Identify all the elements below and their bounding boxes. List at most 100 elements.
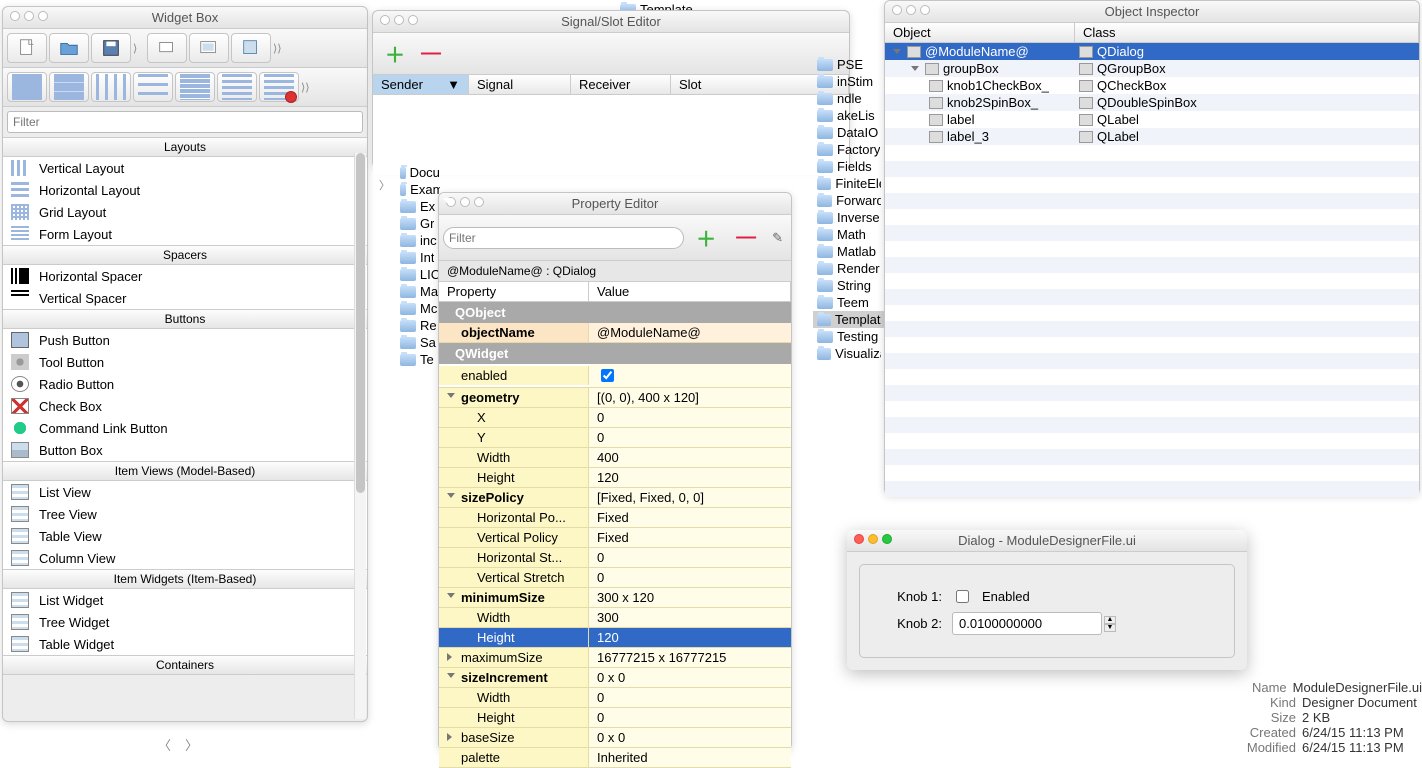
prop-min-width[interactable]: Width300: [439, 608, 791, 628]
col-receiver[interactable]: Receiver: [571, 75, 671, 94]
layout-grid-button[interactable]: [175, 72, 215, 102]
item-column-view[interactable]: Column View: [3, 547, 367, 569]
col-property[interactable]: Property: [439, 282, 589, 301]
prop-sizepolicy[interactable]: sizePolicy[Fixed, Fixed, 0, 0]: [439, 488, 791, 508]
item-push-button[interactable]: Push Button: [3, 329, 367, 351]
section-item-widgets[interactable]: Item Widgets (Item-Based): [3, 569, 367, 589]
folder-item[interactable]: Matlab: [813, 243, 885, 260]
layout-vbox-button[interactable]: [133, 72, 173, 102]
layout-hbox-button[interactable]: [91, 72, 131, 102]
prop-hpolicy[interactable]: Horizontal Po...Fixed: [439, 508, 791, 528]
window-controls[interactable]: [892, 5, 930, 15]
folder-item[interactable]: akeLis: [813, 107, 885, 124]
prop-sizeinc[interactable]: sizeIncrement0 x 0: [439, 668, 791, 688]
folder-item[interactable]: ndle: [813, 90, 885, 107]
folder-item[interactable]: String: [813, 277, 885, 294]
knob2-spinbox[interactable]: [952, 612, 1102, 635]
signal-slot-body[interactable]: [373, 95, 849, 175]
layout-form-button[interactable]: [217, 72, 257, 102]
col-object[interactable]: Object: [885, 23, 1075, 42]
prop-basesize[interactable]: baseSize0 x 0: [439, 728, 791, 748]
add-connection-button[interactable]: ＋: [377, 35, 413, 72]
folder-item[interactable]: Template: [813, 311, 885, 328]
property-filter[interactable]: [443, 227, 684, 249]
item-check-box[interactable]: Check Box: [3, 395, 367, 417]
group-qwidget[interactable]: QWidget: [439, 343, 791, 364]
folder-item[interactable]: DataIO: [813, 124, 885, 141]
col-value[interactable]: Value: [589, 282, 791, 301]
window-controls[interactable]: [380, 15, 418, 25]
remove-connection-button[interactable]: —: [413, 38, 449, 69]
prop-y[interactable]: Y0: [439, 428, 791, 448]
enabled-checkbox[interactable]: [601, 369, 614, 382]
prop-objectname[interactable]: objectName@ModuleName@: [439, 323, 791, 343]
section-buttons[interactable]: Buttons: [3, 309, 367, 329]
folder-item[interactable]: Gr: [396, 215, 444, 232]
section-spacers[interactable]: Spacers: [3, 245, 367, 265]
section-containers[interactable]: Containers: [3, 655, 367, 675]
open-file-button[interactable]: [49, 33, 89, 63]
folder-item[interactable]: inc: [396, 232, 444, 249]
knob1-checkbox[interactable]: [956, 590, 969, 603]
col-signal[interactable]: Signal: [469, 75, 571, 94]
spin-up-button[interactable]: ▲: [1104, 616, 1116, 624]
edit-signals-button[interactable]: [189, 33, 229, 63]
folder-item[interactable]: ExampleNets: [396, 181, 444, 198]
item-tree-view[interactable]: Tree View: [3, 503, 367, 525]
widgetbox-scrollbar[interactable]: [354, 153, 366, 719]
break-layout-button[interactable]: [259, 72, 299, 102]
item-list-widget[interactable]: List Widget: [3, 589, 367, 611]
folder-item[interactable]: Mc: [396, 300, 444, 317]
item-tool-button[interactable]: Tool Button: [3, 351, 367, 373]
prop-palette[interactable]: paletteInherited: [439, 748, 791, 768]
chevron-left-icon[interactable]: 〈: [158, 735, 171, 754]
chevron-right-icon[interactable]: 〉: [185, 735, 198, 754]
folder-item[interactable]: Render: [813, 260, 885, 277]
folder-item[interactable]: inStim: [813, 73, 885, 90]
folder-item[interactable]: Re: [396, 317, 444, 334]
prop-si-height[interactable]: Height0: [439, 708, 791, 728]
prop-geometry[interactable]: geometry[(0, 0), 400 x 120]: [439, 388, 791, 408]
window-controls[interactable]: [10, 11, 48, 21]
add-property-button[interactable]: ＋: [688, 219, 724, 256]
item-table-view[interactable]: Table View: [3, 525, 367, 547]
folder-item[interactable]: Inverse: [813, 209, 885, 226]
configure-icon[interactable]: ✎: [768, 226, 787, 250]
prop-width[interactable]: Width400: [439, 448, 791, 468]
folder-item[interactable]: LIC: [396, 266, 444, 283]
oi-row[interactable]: knob1CheckBox_QCheckBox: [885, 77, 1419, 94]
folder-item[interactable]: Ex: [396, 198, 444, 215]
edit-widgets-button[interactable]: [147, 33, 187, 63]
spin-down-button[interactable]: ▼: [1104, 624, 1116, 632]
folder-item[interactable]: Forward: [813, 192, 885, 209]
edit-buddies-button[interactable]: [231, 33, 271, 63]
prop-hstretch[interactable]: Horizontal St...0: [439, 548, 791, 568]
remove-property-button[interactable]: —: [728, 222, 764, 253]
item-horizontal-layout[interactable]: Horizontal Layout: [3, 179, 367, 201]
section-item-views[interactable]: Item Views (Model-Based): [3, 461, 367, 481]
widgetbox-filter[interactable]: [7, 111, 363, 133]
col-sender[interactable]: Sender ▼: [373, 75, 469, 94]
item-list-view[interactable]: List View: [3, 481, 367, 503]
folder-item[interactable]: FiniteEle: [813, 175, 885, 192]
item-grid-layout[interactable]: Grid Layout: [3, 201, 367, 223]
item-command-link-button[interactable]: Command Link Button: [3, 417, 367, 439]
save-button[interactable]: [91, 33, 131, 63]
window-controls[interactable]: [446, 197, 484, 207]
folder-item[interactable]: Math: [813, 226, 885, 243]
item-tree-widget[interactable]: Tree Widget: [3, 611, 367, 633]
expand-icon[interactable]: [893, 49, 901, 54]
window-controls[interactable]: [854, 534, 892, 544]
folder-item[interactable]: Sa: [396, 334, 444, 351]
oi-row[interactable]: groupBoxQGroupBox: [885, 60, 1419, 77]
prop-minsize[interactable]: minimumSize300 x 120: [439, 588, 791, 608]
section-layouts[interactable]: Layouts: [3, 137, 367, 157]
new-file-button[interactable]: [7, 33, 47, 63]
folder-item[interactable]: Te: [396, 351, 444, 368]
folder-item[interactable]: Int: [396, 249, 444, 266]
group-qobject[interactable]: QObject: [439, 302, 791, 323]
prop-vpolicy[interactable]: Vertical PolicyFixed: [439, 528, 791, 548]
item-vertical-layout[interactable]: Vertical Layout: [3, 157, 367, 179]
item-vertical-spacer[interactable]: Vertical Spacer: [3, 287, 367, 309]
prop-enabled[interactable]: enabled: [439, 364, 791, 388]
